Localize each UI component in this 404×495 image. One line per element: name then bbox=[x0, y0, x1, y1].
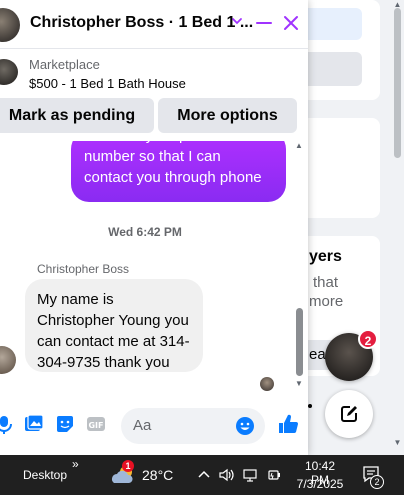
network-icon[interactable] bbox=[242, 467, 258, 483]
temperature[interactable]: 28°C bbox=[142, 467, 173, 483]
photo-icon[interactable] bbox=[24, 414, 44, 434]
marketplace-listing[interactable]: Marketplace $500 - 1 Bed 1 Bath House bbox=[0, 49, 308, 93]
sender-avatar[interactable] bbox=[0, 346, 16, 374]
taskbar: Desktop » 1 28°C 10:42 PM 7/3/2025 2 bbox=[0, 455, 404, 495]
more-dot-icon[interactable] bbox=[308, 404, 312, 408]
unread-badge: 2 bbox=[358, 329, 378, 349]
incoming-message-text: My name is Christopher Young you can con… bbox=[37, 291, 190, 371]
thumbs-up-icon[interactable] bbox=[277, 413, 299, 435]
notification-count-badge: 2 bbox=[370, 475, 384, 489]
background-text-2: more bbox=[309, 293, 344, 310]
new-message-button[interactable] bbox=[325, 390, 373, 438]
emoji-icon[interactable] bbox=[235, 416, 255, 436]
background-highlight bbox=[300, 8, 362, 40]
listing-title[interactable]: $500 - 1 Bed 1 Bath House bbox=[29, 76, 186, 91]
chevron-down-icon[interactable] bbox=[230, 14, 244, 28]
chat-scrollbar[interactable]: ▲ ▼ bbox=[293, 141, 305, 393]
mark-as-pending-button[interactable]: Mark as pending bbox=[0, 98, 154, 133]
background-text-1: that bbox=[313, 274, 339, 291]
weather-alert-badge: 1 bbox=[122, 460, 134, 472]
outgoing-message[interactable]: send me your phone number so that I can … bbox=[71, 141, 286, 202]
battery-icon[interactable] bbox=[266, 467, 282, 483]
close-icon[interactable] bbox=[282, 14, 300, 32]
compose-icon bbox=[341, 406, 357, 422]
outgoing-message-text: send me your phone number so that I can … bbox=[84, 141, 262, 186]
microphone-icon[interactable] bbox=[0, 414, 14, 434]
minimize-icon[interactable] bbox=[255, 14, 273, 32]
listing-label: Marketplace bbox=[29, 57, 100, 72]
chat-title[interactable]: Christopher Boss · 1 Bed 1 ... bbox=[30, 14, 253, 32]
chat-scroll-up-icon[interactable]: ▲ bbox=[293, 141, 305, 150]
page-scrollbar[interactable]: ▲ ▼ bbox=[391, 0, 404, 455]
more-options-button[interactable]: More options bbox=[158, 98, 297, 133]
message-input-placeholder: Aa bbox=[133, 417, 152, 434]
page-scroll-thumb[interactable] bbox=[394, 8, 401, 158]
gif-icon[interactable]: GIF bbox=[86, 414, 106, 434]
svg-text:GIF: GIF bbox=[88, 421, 103, 430]
listing-thumbnail[interactable] bbox=[0, 59, 18, 85]
clock-date[interactable]: 7/3/2025 bbox=[296, 477, 344, 491]
sender-name: Christopher Boss bbox=[37, 262, 130, 276]
contact-avatar[interactable] bbox=[0, 8, 20, 42]
background-heading: yers bbox=[309, 248, 342, 265]
toolbar-expand-icon[interactable]: » bbox=[72, 457, 79, 471]
message-timestamp: Wed 6:42 PM bbox=[108, 225, 182, 239]
incoming-message[interactable]: My name is Christopher Young you can con… bbox=[25, 279, 203, 372]
background-button-label: ea bbox=[309, 346, 326, 363]
chevron-up-icon[interactable] bbox=[196, 467, 212, 483]
background-pill bbox=[300, 52, 362, 86]
volume-icon[interactable] bbox=[218, 467, 234, 483]
chat-scroll-down-icon[interactable]: ▼ bbox=[293, 379, 305, 388]
message-input[interactable]: Aa bbox=[121, 408, 265, 444]
background-card-middle bbox=[300, 118, 380, 218]
chat-window: Christopher Boss · 1 Bed 1 ... Marketpla… bbox=[0, 0, 308, 455]
chat-scroll-thumb[interactable] bbox=[296, 308, 303, 376]
message-list[interactable]: send me your phone number so that I can … bbox=[0, 141, 308, 393]
sticker-icon[interactable] bbox=[55, 414, 75, 434]
desktop-toolbar-label[interactable]: Desktop bbox=[23, 468, 67, 482]
page-scroll-down-icon[interactable]: ▼ bbox=[391, 438, 404, 447]
seen-indicator-avatar bbox=[260, 377, 274, 391]
message-composer: GIF Aa bbox=[0, 402, 308, 447]
chat-header[interactable]: Christopher Boss · 1 Bed 1 ... bbox=[0, 0, 308, 49]
